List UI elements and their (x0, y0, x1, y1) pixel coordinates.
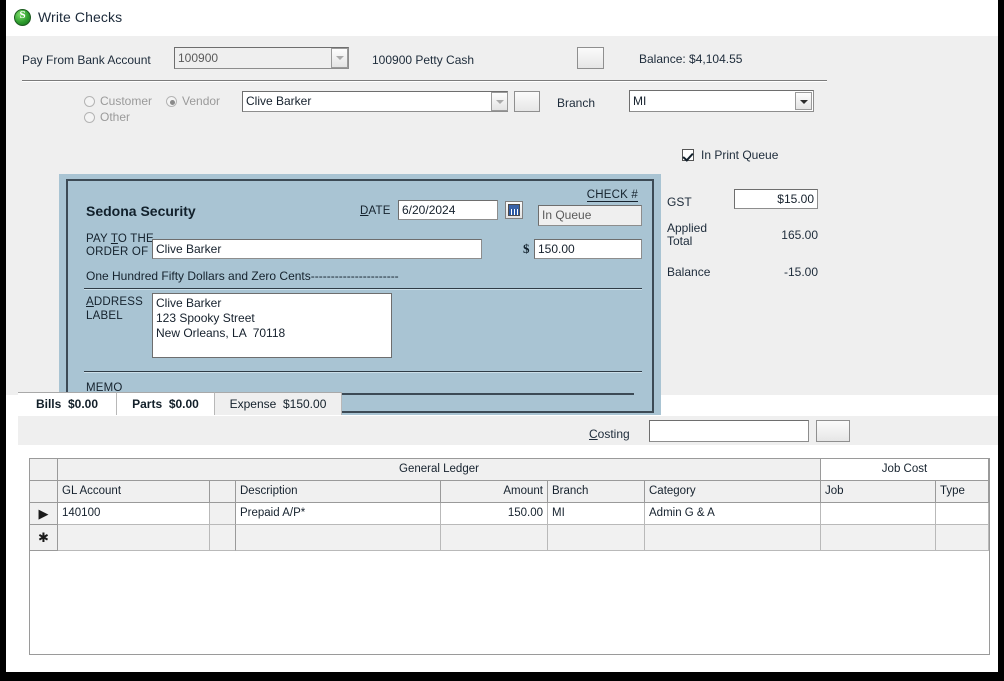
bank-account-dropdown-arrow[interactable] (331, 48, 348, 68)
memo-rule (84, 371, 642, 373)
col-amount[interactable]: Amount (441, 481, 548, 503)
radio-other-dot (84, 112, 95, 123)
address-label-input[interactable]: Clive Barker 123 Spooky Street New Orlea… (152, 293, 392, 358)
balance-value: -15.00 (783, 265, 818, 279)
expense-grid: General Ledger Job Cost GL Account Descr… (29, 458, 990, 655)
pay-from-bank-account-label: Pay From Bank Account (22, 53, 151, 67)
col-category[interactable]: Category (645, 481, 821, 503)
band-job-cost: Job Cost (821, 459, 989, 481)
cell-job[interactable] (821, 503, 936, 525)
new-cell-gl-account[interactable] (58, 525, 210, 551)
cell-gl-account[interactable]: 140100 (58, 503, 210, 525)
check-date-input[interactable]: 6/20/2024 (398, 200, 498, 220)
check-number-label: CHECK # (586, 189, 638, 202)
new-cell-spacer[interactable] (210, 525, 236, 551)
check-number-field: In Queue (538, 205, 642, 226)
title-bar: Write Checks (6, 0, 998, 36)
amount-in-words: One Hundred Fifty Dollars and Zero Cents… (86, 269, 399, 283)
new-row-selector[interactable]: ✱ (30, 525, 58, 551)
col-branch[interactable]: Branch (548, 481, 645, 503)
new-cell-type[interactable] (936, 525, 989, 551)
in-print-queue-label: In Print Queue (701, 148, 779, 162)
payee-lookup-button[interactable] (514, 91, 540, 112)
payee-name-input[interactable]: Clive Barker (242, 91, 508, 112)
costing-input[interactable] (649, 420, 809, 442)
tab-panel-expense (18, 415, 998, 445)
window-title: Write Checks (38, 9, 123, 25)
branch-select[interactable]: MI (629, 90, 814, 112)
new-cell-branch[interactable] (548, 525, 645, 551)
radio-vendor-dot (166, 96, 177, 107)
radio-customer-label: Customer (100, 94, 153, 108)
branch-label: Branch (557, 96, 596, 110)
col-description[interactable]: Description (236, 481, 441, 503)
radio-other-label: Other (100, 110, 131, 124)
cell-spacer[interactable] (210, 503, 236, 525)
check-graphic: Sedona Security DATE 6/20/2024 CHECK # I… (59, 174, 661, 421)
check-amount-input[interactable]: 150.00 (534, 239, 642, 259)
balance-label: Balance (667, 265, 711, 279)
pay-to-the-label: PAY TO THE (86, 233, 154, 245)
check-body: Sedona Security DATE 6/20/2024 CHECK # I… (66, 179, 654, 413)
cell-category[interactable]: Admin G & A (645, 503, 821, 525)
check-date-label: DATE (360, 205, 391, 217)
tab-bills[interactable]: Bills $0.00 (18, 392, 116, 416)
payee-dropdown-arrow[interactable] (491, 92, 508, 111)
amount-words-rule (84, 288, 642, 290)
applied-total-label-2: Total (667, 234, 693, 248)
col-spacer[interactable] (210, 481, 236, 503)
cell-type[interactable] (936, 503, 989, 525)
applied-total-value: 165.00 (781, 228, 818, 242)
tab-filler (342, 392, 998, 416)
new-cell-description[interactable] (236, 525, 441, 551)
address-label-caption: ADDRESS (86, 296, 144, 308)
col-gl-account[interactable]: GL Account (58, 481, 210, 503)
row-selector[interactable]: ▶ (30, 503, 58, 525)
write-checks-window: Write Checks Pay From Bank Account 10090… (6, 0, 998, 672)
costing-lookup-button[interactable] (816, 420, 850, 442)
costing-label: Costing (589, 427, 630, 441)
radio-vendor-label: Vendor (182, 94, 221, 108)
applied-total-label: Applied (667, 221, 708, 235)
in-print-queue-checkbox[interactable] (682, 149, 694, 161)
bank-account-input[interactable]: 100900 (174, 47, 349, 69)
band-general-ledger: General Ledger (58, 459, 821, 481)
tab-parts[interactable]: Parts $0.00 (116, 392, 214, 416)
check-company-name: Sedona Security (86, 203, 196, 219)
detail-tabs: Bills $0.00 Parts $0.00 Expense $150.00 (18, 392, 998, 416)
new-cell-amount[interactable] (441, 525, 548, 551)
account-balance-label: Balance: $4,104.55 (639, 52, 743, 66)
order-of-label: ORDER OF (86, 246, 149, 258)
new-cell-category[interactable] (645, 525, 821, 551)
new-cell-job[interactable] (821, 525, 936, 551)
sedona-s-icon (14, 9, 31, 26)
gst-input[interactable]: $15.00 (734, 189, 818, 209)
divider-top (22, 80, 827, 82)
col-type[interactable]: Type (936, 481, 989, 503)
bank-account-name: 100900 Petty Cash (372, 53, 475, 67)
cell-branch[interactable]: MI (548, 503, 645, 525)
bank-account-lookup-button[interactable] (577, 47, 604, 69)
currency-symbol: $ (523, 241, 530, 256)
address-label-caption2: LABEL (86, 310, 123, 322)
cell-description[interactable]: Prepaid A/P* (236, 503, 441, 525)
grid-corner (30, 459, 58, 481)
calendar-icon[interactable] (505, 201, 523, 219)
gst-label: GST (667, 195, 692, 209)
col-job[interactable]: Job (821, 481, 936, 503)
check-entry-panel: Pay From Bank Account 100900 100900 Pett… (6, 36, 998, 421)
branch-dropdown-arrow[interactable] (795, 92, 812, 110)
tab-expense[interactable]: Expense $150.00 (214, 392, 342, 416)
cell-amount[interactable]: 150.00 (441, 503, 548, 525)
check-payee-input[interactable]: Clive Barker (152, 239, 482, 259)
radio-customer-dot (84, 96, 95, 107)
grid-header-selector (30, 481, 58, 503)
